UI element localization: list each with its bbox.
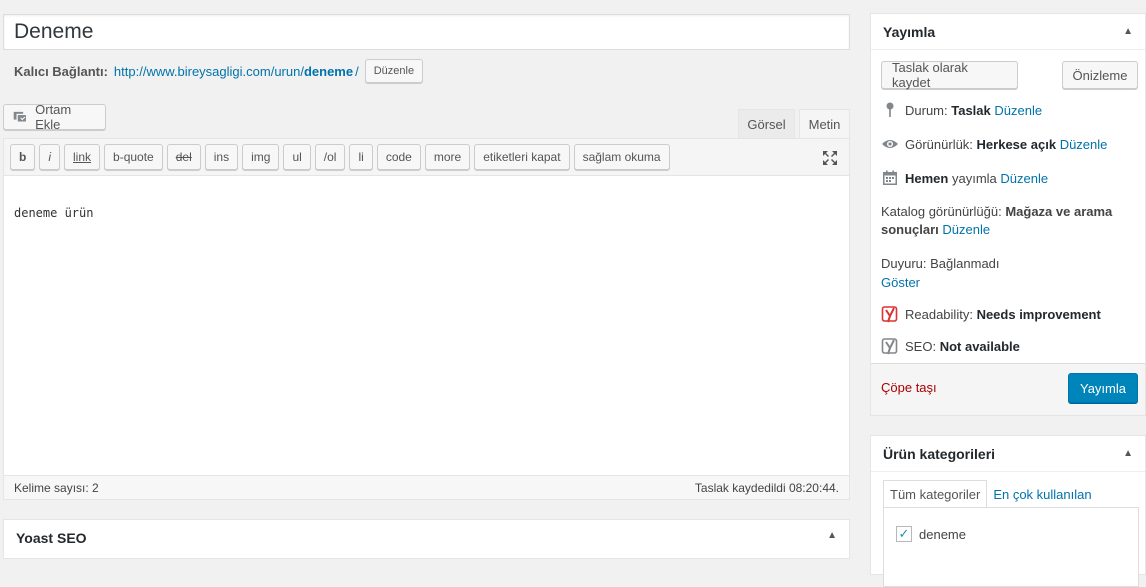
qt-bold-button[interactable]: b [10,144,36,170]
publish-button[interactable]: Yayımla [1068,373,1138,403]
product-categories-box: Ürün kategorileri ▲ Tüm kategoriler En ç… [870,435,1146,587]
catalog-visibility-row: Katalog görünürlüğü: Mağaza ve arama son… [881,204,1113,237]
yoast-seo-header[interactable]: Yoast SEO ▲ [4,520,849,556]
qt-ins-button[interactable]: ins [204,144,239,170]
list-item[interactable]: ✓ deneme [896,526,966,542]
permalink-edit-button[interactable]: Düzenle [364,59,424,83]
media-icon [13,111,28,123]
preview-button[interactable]: Önizleme [1062,61,1138,89]
publish-header[interactable]: Yayımla ▲ [871,14,1145,50]
permalink-url[interactable]: http://www.bireysagligi.com/urun/deneme / [114,64,359,79]
featured-status: Duyuru: Bağlanmadı [881,256,1000,271]
schedule-edit-link[interactable]: Düzenle [1000,171,1048,186]
add-media-label: Ortam Ekle [35,102,72,132]
tab-all-categories[interactable]: Tüm kategoriler [883,480,988,508]
qt-ol-button[interactable]: /ol [314,144,346,170]
qt-more-button[interactable]: more [424,144,471,170]
calendar-icon [883,170,897,185]
status-row: Durum: Taslak Düzenle [881,101,1042,119]
categories-title: Ürün kategorileri [883,445,996,462]
category-checkbox[interactable]: ✓ [896,526,912,542]
fullscreen-icon[interactable] [821,149,839,167]
qt-proofread-button[interactable]: sağlam okuma [573,144,670,170]
categories-tabs: Tüm kategoriler En çok kullanılan [883,480,1098,508]
collapse-caret-icon[interactable]: ▲ [1123,26,1133,37]
editor-status-bar: Kelime sayısı: 2 Taslak kaydedildi 08:20… [4,475,849,499]
tab-visual[interactable]: Görsel [738,109,795,138]
tab-most-used[interactable]: En çok kullanılan [987,480,1097,508]
move-to-trash-link[interactable]: Çöpe taşı [881,380,937,395]
categories-list: ✓ deneme [883,507,1139,587]
collapse-caret-icon[interactable]: ▲ [1123,448,1133,459]
add-media-button[interactable]: Ortam Ekle [3,102,106,132]
editor-content[interactable]: deneme ürün [4,176,849,475]
yoast-seo-box: Yoast SEO ▲ [3,519,850,559]
qt-img-button[interactable]: img [242,144,280,170]
pin-icon [886,102,894,117]
qt-link-button[interactable]: link [64,144,101,170]
qt-li-button[interactable]: li [349,144,373,170]
qt-blockquote-button[interactable]: b-quote [104,144,163,170]
yoast-seo-title: Yoast SEO [16,530,87,546]
schedule-row: Hemen yayımla Düzenle [881,169,1048,187]
qt-italic-button[interactable]: i [39,144,61,170]
categories-header[interactable]: Ürün kategorileri ▲ [871,436,1145,472]
permalink-label: Kalıcı Bağlantı: [14,63,108,79]
seo-row: SEO: Not available [881,337,1020,355]
featured-row: Duyuru: Bağlanmadı Göster [881,254,1000,292]
publish-box: Yayımla ▲ Taslak olarak kaydet Önizleme … [870,13,1146,416]
visibility-row: Görünürlük: Herkese açık Düzenle [881,135,1107,153]
save-draft-button[interactable]: Taslak olarak kaydet [881,60,1018,90]
post-title-input[interactable] [4,15,849,49]
featured-show-link[interactable]: Göster [881,275,920,290]
text-editor: b i link b-quote del ins img ul /ol li c… [3,138,850,500]
autosave-status: Taslak kaydedildi 08:20:44. [694,480,839,495]
qt-code-button[interactable]: code [376,144,421,170]
publish-title: Yayımla [883,23,936,40]
visibility-edit-link[interactable]: Düzenle [1060,137,1108,152]
permalink-row: Kalıcı Bağlantı: http://www.bireysagligi… [14,59,424,83]
yoast-seo-icon [881,338,898,355]
collapse-caret-icon[interactable]: ▲ [827,530,837,546]
category-label: deneme [919,526,966,542]
yoast-readability-icon [881,306,898,323]
qt-del-button[interactable]: del [166,144,201,170]
quicktags-toolbar: b i link b-quote del ins img ul /ol li c… [4,139,849,176]
catalog-edit-link[interactable]: Düzenle [942,222,990,237]
post-title-field[interactable] [3,14,850,50]
tab-text[interactable]: Metin [799,109,850,138]
status-edit-link[interactable]: Düzenle [994,103,1042,118]
qt-ul-button[interactable]: ul [283,144,311,170]
word-count: Kelime sayısı: 2 [14,480,99,495]
qt-close-tags-button[interactable]: etiketleri kapat [474,144,570,170]
eye-icon [882,140,898,148]
readability-row: Readability: Needs improvement [881,305,1101,323]
